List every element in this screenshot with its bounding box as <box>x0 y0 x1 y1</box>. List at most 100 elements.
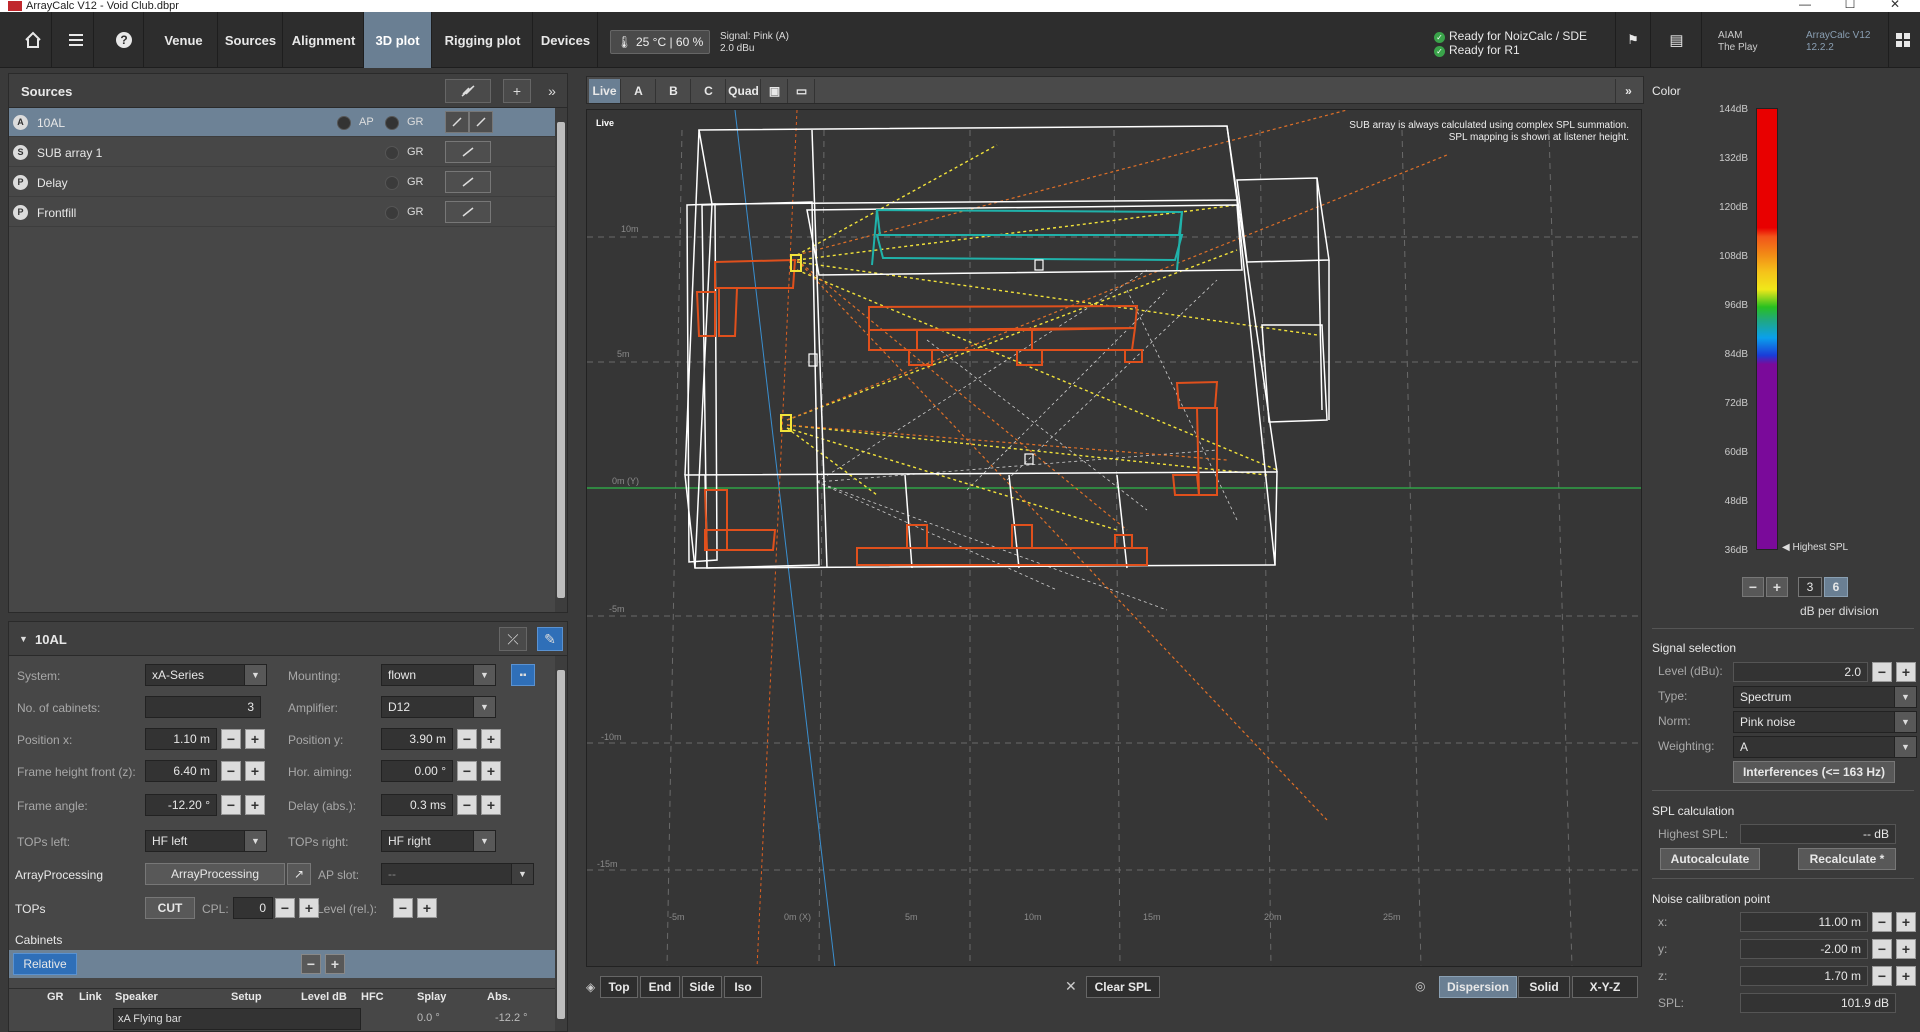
ap-slot-select[interactable]: -- ▼ <box>381 863 534 885</box>
noise-x-input[interactable]: 11.00 m <box>1740 912 1868 932</box>
add-source-button[interactable]: + <box>503 79 531 103</box>
mute-button[interactable] <box>445 171 491 193</box>
frame-height-minus-button[interactable]: − <box>221 761 241 781</box>
scale-minus-button[interactable]: − <box>1742 577 1764 597</box>
mounting-view-button[interactable]: ▪▪ <box>511 664 535 686</box>
scale-plus-button[interactable]: + <box>1766 577 1788 597</box>
recalculate-button[interactable]: Recalculate * <box>1798 848 1896 870</box>
noise-z-plus-button[interactable]: + <box>1896 966 1916 986</box>
view-end-button[interactable]: End <box>640 976 680 998</box>
mute-all-button[interactable] <box>445 79 491 103</box>
view-iso-button[interactable]: Iso <box>724 976 762 998</box>
system-select[interactable]: xA-Series ▼ <box>145 664 267 686</box>
home-icon[interactable] <box>14 12 52 68</box>
tab-live[interactable]: Live <box>589 79 621 103</box>
level-rel-plus-button[interactable]: + <box>417 898 437 918</box>
noise-x-plus-button[interactable]: + <box>1896 912 1916 932</box>
level-input[interactable]: 2.0 <box>1733 662 1868 682</box>
source-row-frontfill[interactable]: P Frontfill GR <box>9 198 555 227</box>
noise-z-minus-button[interactable]: − <box>1872 966 1892 986</box>
tab-b[interactable]: B <box>657 79 691 103</box>
tops-right-select[interactable]: HF right ▼ <box>381 830 496 852</box>
tops-left-select[interactable]: HF left ▼ <box>145 830 267 852</box>
level-plus-button[interactable]: + <box>1896 662 1916 682</box>
maximize-button[interactable]: ☐ <box>1830 0 1870 10</box>
type-select[interactable]: Spectrum ▼ <box>1733 686 1917 708</box>
scrollbar-thumb[interactable] <box>557 670 565 1019</box>
mounting-select[interactable]: flown ▼ <box>381 664 496 686</box>
noise-z-input[interactable]: 1.70 m <box>1740 966 1868 986</box>
position-y-input[interactable]: 3.90 m <box>381 728 453 750</box>
frame-angle-plus-button[interactable]: + <box>245 795 265 815</box>
close-button[interactable]: ✕ <box>1875 0 1915 10</box>
source-row-sub-array[interactable]: S SUB array 1 GR <box>9 138 555 167</box>
xyz-button[interactable]: X-Y-Z <box>1572 976 1638 998</box>
view-side-button[interactable]: Side <box>682 976 722 998</box>
frame-height-input[interactable]: 6.40 m <box>145 760 217 782</box>
position-x-minus-button[interactable]: − <box>221 729 241 749</box>
relative-button[interactable]: Relative <box>13 953 77 975</box>
delay-plus-button[interactable]: + <box>481 795 501 815</box>
noise-y-minus-button[interactable]: − <box>1872 939 1892 959</box>
cabinet-row-speaker[interactable]: xA Flying bar <box>113 1008 361 1030</box>
cabinet-remove-button[interactable]: − <box>301 954 321 974</box>
autocalculate-button[interactable]: Autocalculate <box>1660 848 1760 870</box>
level-rel-minus-button[interactable]: − <box>393 898 413 918</box>
hor-aiming-minus-button[interactable]: − <box>457 761 477 781</box>
mute-button[interactable] <box>445 201 491 223</box>
db-div-3-button[interactable]: 3 <box>1798 577 1822 597</box>
cpl-plus-button[interactable]: + <box>299 898 319 918</box>
sources-scrollbar[interactable] <box>555 108 567 612</box>
gr-toggle[interactable] <box>385 116 399 130</box>
gr-toggle[interactable] <box>385 206 399 220</box>
tab-quad[interactable]: Quad <box>727 79 761 103</box>
scrollbar-thumb[interactable] <box>557 122 565 598</box>
frame-angle-minus-button[interactable]: − <box>221 795 241 815</box>
mute-button[interactable] <box>445 141 491 163</box>
position-x-input[interactable]: 1.10 m <box>145 728 217 750</box>
cut-button[interactable]: CUT <box>145 897 195 919</box>
eye-icon[interactable]: ◎ <box>1415 979 1425 993</box>
collapse-arrow-icon[interactable]: ▼ <box>19 634 28 644</box>
source-row-10al[interactable]: A 10AL AP GR <box>9 108 555 137</box>
tab-3d-plot[interactable]: 3D plot <box>364 12 432 68</box>
gr-toggle[interactable] <box>385 146 399 160</box>
tab-venue[interactable]: Venue <box>150 12 218 68</box>
cabinet-add-button[interactable]: + <box>325 954 345 974</box>
hor-aiming-plus-button[interactable]: + <box>481 761 501 781</box>
mute-right-button[interactable] <box>469 111 493 133</box>
cpl-minus-button[interactable]: − <box>275 898 295 918</box>
temperature-humidity-button[interactable]: 🌡 25 °C | 60 % <box>610 30 710 54</box>
gr-toggle[interactable] <box>385 176 399 190</box>
frame-angle-input[interactable]: -12.20 ° <box>145 794 217 816</box>
properties-scrollbar[interactable] <box>555 656 567 1031</box>
tab-rigging-plot[interactable]: Rigging plot <box>433 12 533 68</box>
interferences-button[interactable]: Interferences (<= 163 Hz) <box>1733 761 1895 783</box>
3d-viewport[interactable]: Live SUB array is always calculated usin… <box>586 109 1642 967</box>
layers-icon[interactable]: ◈ <box>586 980 595 994</box>
folder-open-icon[interactable]: ▭ <box>789 79 815 103</box>
solid-button[interactable]: Solid <box>1518 976 1570 998</box>
arrayprocessing-button[interactable]: ArrayProcessing <box>145 863 285 885</box>
tab-a[interactable]: A <box>622 79 656 103</box>
delay-minus-button[interactable]: − <box>457 795 477 815</box>
clear-x-icon[interactable]: ✕ <box>1065 978 1077 995</box>
expand-view-button[interactable]: » <box>1615 79 1641 103</box>
hamburger-menu-icon[interactable] <box>58 12 94 68</box>
minimize-button[interactable]: — <box>1785 0 1825 10</box>
noise-x-minus-button[interactable]: − <box>1872 912 1892 932</box>
hor-aiming-input[interactable]: 0.00 ° <box>381 760 453 782</box>
amplifier-select[interactable]: D12 ▼ <box>381 696 496 718</box>
noise-y-plus-button[interactable]: + <box>1896 939 1916 959</box>
mute-left-button[interactable] <box>445 111 469 133</box>
keyboard-icon[interactable]: ▤ <box>1652 12 1702 68</box>
position-y-minus-button[interactable]: − <box>457 729 477 749</box>
position-x-plus-button[interactable]: + <box>245 729 265 749</box>
save-icon[interactable]: ▣ <box>762 79 788 103</box>
tab-c[interactable]: C <box>692 79 726 103</box>
position-y-plus-button[interactable]: + <box>481 729 501 749</box>
flag-icon[interactable]: ⚑ <box>1615 12 1651 68</box>
ap-toggle[interactable] <box>337 116 351 130</box>
grid-apps-icon[interactable] <box>1888 12 1916 68</box>
cabinets-count-input[interactable]: 3 <box>145 696 261 718</box>
